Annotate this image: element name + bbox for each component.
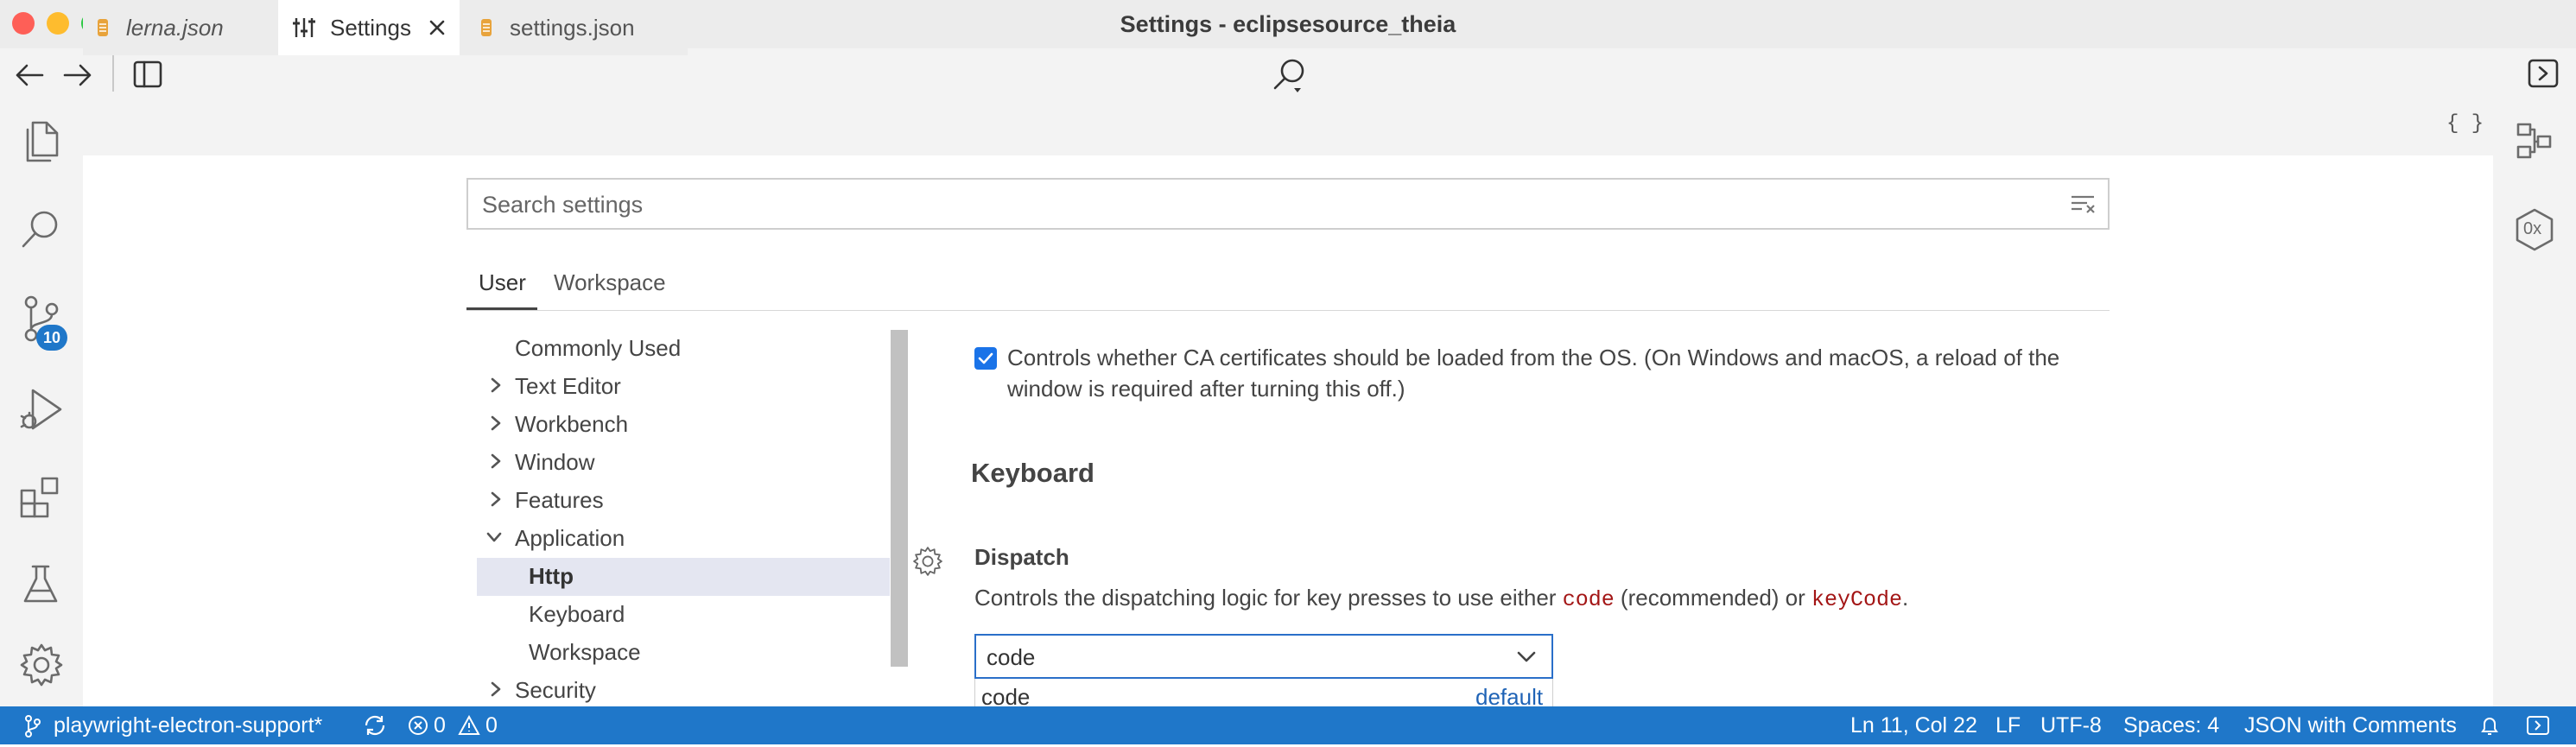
- ca-certificates-description-line1: Controls whether CA certificates should …: [1007, 345, 2060, 370]
- code-token: keyCode: [1811, 587, 1903, 612]
- panel-toggle-icon[interactable]: [2528, 59, 2559, 88]
- gear-icon[interactable]: [912, 546, 943, 577]
- setting-description-dispatch: Controls the dispatching logic for key p…: [974, 582, 1908, 616]
- settings-editor: [83, 155, 2493, 706]
- search-icon[interactable]: [1272, 57, 1308, 95]
- debug-icon[interactable]: [19, 387, 64, 434]
- tree-item-security[interactable]: Security: [515, 677, 596, 704]
- open-settings-json-button[interactable]: { }: [2446, 112, 2484, 136]
- section-title-keyboard: Keyboard: [971, 458, 1094, 488]
- panel-toggle-icon[interactable]: [2526, 715, 2550, 736]
- close-icon[interactable]: [428, 19, 446, 36]
- secondary-side-bar: [2493, 100, 2576, 706]
- chevron-right-icon[interactable]: [489, 377, 503, 394]
- tab-settings-json[interactable]: settings.json: [460, 0, 688, 55]
- split-layout-icon[interactable]: [133, 60, 162, 88]
- cursor-position[interactable]: Ln 11, Col 22: [1850, 706, 1977, 744]
- tree-item-application[interactable]: Application: [515, 525, 625, 552]
- ca-certificates-description-line2: window is required after turning this of…: [1007, 376, 1405, 402]
- dispatch-select[interactable]: code: [974, 634, 1553, 679]
- encoding[interactable]: UTF-8: [2040, 706, 2102, 744]
- hex-0x-icon[interactable]: 0x: [2514, 207, 2555, 252]
- line-ending[interactable]: LF: [1995, 706, 2021, 744]
- arrow-left-icon[interactable]: [14, 62, 45, 88]
- scope-tab-user[interactable]: User: [479, 269, 526, 296]
- tab-label: settings.json: [510, 14, 635, 41]
- toolbar-divider: [112, 55, 114, 92]
- tab-label: Settings: [330, 14, 411, 41]
- clear-filter-icon[interactable]: [2070, 193, 2096, 214]
- search-input[interactable]: [480, 180, 2056, 230]
- indentation[interactable]: Spaces: 4: [2123, 706, 2219, 744]
- description-text: Controls the dispatching logic for key p…: [974, 585, 1563, 611]
- check-icon: [978, 352, 993, 364]
- tree-item-workbench[interactable]: Workbench: [515, 411, 628, 438]
- tree-scrollbar[interactable]: [891, 330, 908, 667]
- code-token: code: [1562, 587, 1615, 612]
- outline-icon[interactable]: [2516, 121, 2554, 159]
- tree-item-commonly-used[interactable]: Commonly Used: [515, 335, 681, 362]
- tree-item-text-editor[interactable]: Text Editor: [515, 373, 621, 400]
- bell-icon[interactable]: [2479, 715, 2500, 738]
- scope-tab-workspace[interactable]: Workspace: [554, 269, 666, 296]
- chevron-right-icon[interactable]: [489, 491, 503, 508]
- selected-value: code: [987, 644, 1036, 670]
- ca-certificates-checkbox[interactable]: [974, 347, 997, 370]
- scope-divider: [466, 310, 2110, 311]
- branch-name[interactable]: playwright-electron-support*: [54, 706, 322, 744]
- flask-icon[interactable]: [21, 563, 60, 606]
- chevron-right-icon[interactable]: [489, 415, 503, 432]
- description-text: (recommended) or: [1614, 585, 1812, 611]
- warning-count[interactable]: 0: [485, 706, 498, 744]
- tree-item-window[interactable]: Window: [515, 449, 594, 476]
- setting-title-dispatch: Dispatch: [974, 544, 1069, 570]
- settings-sliders-icon: [293, 18, 315, 37]
- status-bar: playwright-electron-support* 0 0 Ln 11, …: [0, 706, 2576, 744]
- language-mode[interactable]: JSON with Comments: [2244, 706, 2457, 744]
- tree-item-features[interactable]: Features: [515, 487, 604, 514]
- error-count[interactable]: 0: [434, 706, 446, 744]
- tab-settings[interactable]: Settings: [278, 0, 460, 55]
- warning-icon[interactable]: [458, 715, 480, 736]
- tab-bar: [83, 100, 2493, 155]
- tree-item-keyboard[interactable]: Keyboard: [529, 601, 625, 628]
- error-icon[interactable]: [408, 715, 428, 736]
- chevron-down-icon: [1517, 651, 1536, 662]
- files-icon[interactable]: [21, 116, 62, 164]
- hex-label: 0x: [2523, 219, 2542, 238]
- description-text: .: [1902, 585, 1909, 611]
- gear-icon[interactable]: [19, 643, 64, 687]
- tree-item-http[interactable]: Http: [529, 563, 574, 590]
- branch-icon: [24, 715, 41, 738]
- chevron-right-icon[interactable]: [489, 453, 503, 470]
- arrow-right-icon[interactable]: [62, 62, 93, 88]
- settings-search-box: [466, 178, 2110, 230]
- sync-icon[interactable]: [363, 714, 387, 737]
- chevron-right-icon[interactable]: [489, 681, 503, 698]
- source-control-badge: 10: [36, 325, 67, 351]
- chevron-down-icon[interactable]: [485, 530, 503, 544]
- search-icon[interactable]: [19, 207, 62, 250]
- extensions-icon[interactable]: [19, 475, 64, 520]
- tab-label: lerna.json: [126, 14, 224, 41]
- tree-item-workspace[interactable]: Workspace: [529, 639, 641, 666]
- tab-lerna-json[interactable]: lerna.json: [83, 0, 278, 55]
